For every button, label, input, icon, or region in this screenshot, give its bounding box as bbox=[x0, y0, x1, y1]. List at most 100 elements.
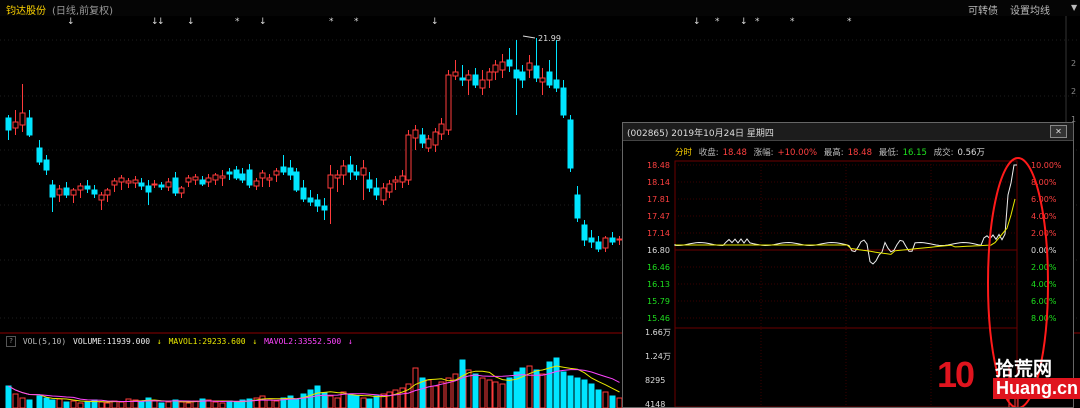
candle-body bbox=[212, 174, 219, 181]
volume-bar bbox=[118, 401, 125, 408]
close-icon[interactable]: ✕ bbox=[1050, 125, 1067, 138]
candle-body bbox=[492, 64, 499, 73]
site-watermark: 10 拾荒网 Huang.cn bbox=[935, 352, 1080, 404]
candle-body bbox=[506, 59, 513, 67]
volume-value: VOLUME:11939.000 bbox=[73, 337, 151, 346]
candle-body bbox=[425, 138, 432, 149]
volume-bar bbox=[49, 399, 56, 408]
arrow-icon: ↓ bbox=[67, 17, 75, 27]
watermark-en: Huang.cn bbox=[993, 378, 1080, 399]
arrow-icon: ↓ bbox=[740, 17, 748, 27]
volume-bar bbox=[581, 379, 588, 408]
high-value: 18.48 bbox=[847, 148, 872, 158]
candle-body bbox=[151, 183, 158, 186]
intraday-stats: 分时 收盘: 18.48 涨幅: +10.00% 最高: 18.48 最低: 16.15… bbox=[675, 146, 989, 158]
candle-body bbox=[546, 71, 553, 86]
candle-body bbox=[226, 171, 233, 175]
candle-body bbox=[519, 71, 526, 81]
turnover-label: 成交: bbox=[933, 148, 954, 158]
change-value: +10.00% bbox=[777, 148, 818, 158]
candle-body bbox=[373, 187, 380, 196]
volume-bar bbox=[77, 402, 84, 408]
candle-body bbox=[307, 197, 314, 203]
volume-bar bbox=[360, 397, 367, 408]
volume-tick-label: 8295 bbox=[645, 376, 665, 385]
candle-body bbox=[602, 237, 609, 249]
volume-bar bbox=[293, 398, 300, 408]
candle-body bbox=[118, 177, 125, 183]
tab-intraday[interactable]: 分时 bbox=[675, 148, 692, 158]
down-arrow-icon: ↓ bbox=[252, 337, 258, 346]
candle-body bbox=[360, 167, 367, 176]
volume-bar bbox=[273, 400, 280, 408]
candle-body bbox=[459, 77, 466, 81]
help-button[interactable]: ? bbox=[6, 336, 16, 347]
asterisk-icon: * bbox=[354, 17, 359, 27]
candle-body bbox=[19, 112, 26, 126]
volume-bar bbox=[595, 389, 602, 408]
candle-body bbox=[158, 184, 165, 188]
turnover-value: 0.56万 bbox=[957, 148, 985, 158]
volume-bar bbox=[405, 383, 412, 408]
candle-body bbox=[26, 117, 33, 136]
price-tick-label: 17.81 bbox=[647, 195, 670, 204]
candle-body bbox=[405, 134, 412, 181]
candle-body bbox=[526, 62, 533, 71]
volume-bar bbox=[43, 397, 50, 408]
volume-indicator-name: VOL(5,10) bbox=[22, 337, 67, 346]
down-arrow-icon: ↓ bbox=[348, 337, 353, 346]
pct-tick-label: 8.00% bbox=[1031, 314, 1057, 323]
volume-bar bbox=[63, 401, 70, 408]
candle-body bbox=[412, 129, 419, 139]
candle-body bbox=[553, 79, 560, 89]
volume-bar bbox=[226, 400, 233, 408]
candle-body bbox=[380, 187, 387, 201]
candle-body bbox=[239, 173, 246, 181]
popup-title: (002865) 2019年10月24日 星期四 bbox=[627, 129, 774, 139]
arrow-icon: ↓ bbox=[157, 17, 165, 27]
volume-bar bbox=[327, 395, 334, 408]
popup-title-bar[interactable]: (002865) 2019年10月24日 星期四 ✕ bbox=[623, 123, 1073, 141]
low-label: 最低: bbox=[878, 148, 899, 158]
candle-body bbox=[293, 171, 300, 191]
candle-body bbox=[419, 134, 426, 144]
candle-body bbox=[287, 167, 294, 176]
candle-body bbox=[5, 117, 12, 131]
mavol2-value: MAVOL2:33552.500 bbox=[264, 337, 342, 346]
mavol1-value: MAVOL1:29233.600 bbox=[168, 337, 246, 346]
volume-bar bbox=[158, 402, 165, 408]
volume-bar bbox=[486, 379, 493, 408]
price-tick-label: 18.14 bbox=[647, 178, 670, 187]
price-tick-label: 17.14 bbox=[647, 229, 670, 238]
candle-body bbox=[280, 166, 287, 173]
annotation-leader bbox=[522, 35, 536, 39]
candle-body bbox=[233, 169, 240, 179]
price-tick-label: 16.13 bbox=[647, 280, 670, 289]
volume-bar bbox=[36, 395, 43, 408]
high-price-annotation: 21.99 bbox=[538, 34, 561, 43]
price-tick-label: 17.47 bbox=[647, 212, 670, 221]
volume-bar bbox=[366, 398, 373, 408]
volume-bar bbox=[178, 401, 185, 408]
pct-tick-label: 6.00% bbox=[1031, 297, 1057, 306]
price-tick-label: 15.46 bbox=[647, 314, 670, 323]
volume-bar bbox=[539, 373, 546, 408]
price-tick-label: 16.80 bbox=[647, 246, 670, 255]
candle-body bbox=[63, 187, 70, 196]
candle-body bbox=[472, 74, 479, 86]
volume-bar bbox=[165, 401, 172, 408]
candle-body bbox=[192, 176, 199, 181]
price-tick-label: 15.79 bbox=[647, 297, 670, 306]
volume-bar bbox=[567, 375, 574, 408]
volume-bar bbox=[138, 401, 145, 408]
candle-body bbox=[327, 174, 334, 189]
candle-body bbox=[125, 180, 132, 184]
close-label: 收盘: bbox=[698, 148, 719, 158]
volume-bar bbox=[386, 391, 393, 408]
candle-body bbox=[145, 185, 152, 193]
close-value: 18.48 bbox=[722, 148, 747, 158]
right-axis-mark: 2 bbox=[1071, 87, 1076, 96]
price-tick-label: 18.48 bbox=[647, 161, 670, 170]
volume-bar bbox=[526, 365, 533, 408]
volume-bar bbox=[602, 391, 609, 408]
